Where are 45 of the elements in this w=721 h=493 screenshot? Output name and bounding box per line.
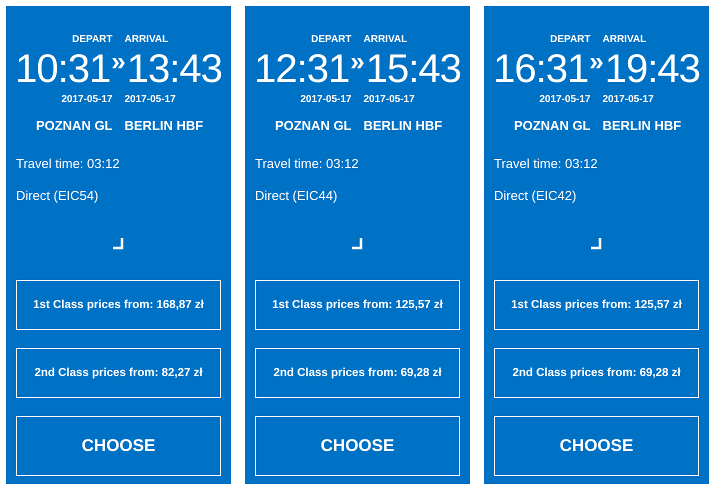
arrival-time: 19:43: [604, 46, 700, 92]
depart-time: 12:31: [254, 46, 350, 92]
corner-icon: [113, 238, 124, 250]
arrival-station: BERLIN HBF: [124, 118, 204, 134]
separator: »: [350, 46, 365, 76]
arrival-label: ARRIVAL: [124, 34, 168, 46]
depart-time: 10:31: [15, 46, 110, 92]
price-box: 1st Class prices from: 125,57 zł: [494, 280, 699, 330]
corner-icon: [352, 238, 363, 250]
depart-date: 2017-05-17: [539, 94, 590, 106]
corner-icon: [591, 238, 602, 250]
arrival-label: ARRIVAL: [364, 34, 408, 46]
separator: »: [111, 46, 126, 76]
price-box: 2nd Class prices from: 69,28 zł: [255, 348, 460, 398]
connection-info: Direct (EIC54): [16, 188, 98, 204]
depart-date: 2017-05-17: [300, 94, 352, 106]
depart-label: DEPART: [550, 34, 590, 46]
departure-station: POZNAN GL: [514, 118, 590, 134]
depart-label: DEPART: [311, 34, 352, 46]
arrival-label: ARRIVAL: [602, 34, 646, 46]
choose-button[interactable]: CHOOSE: [494, 416, 699, 476]
price-box: 1st Class prices from: 125,57 zł: [255, 280, 460, 330]
arrival-date: 2017-05-17: [124, 94, 176, 106]
travel-time: Travel time: 03:12: [494, 156, 598, 172]
depart-date: 2017-05-17: [61, 94, 112, 106]
depart-label: DEPART: [72, 34, 112, 46]
arrival-time: 15:43: [366, 46, 461, 92]
arrival-station: BERLIN HBF: [602, 118, 682, 134]
price-box: 1st Class prices from: 168,87 zł: [16, 280, 221, 330]
connection-info: Direct (EIC44): [255, 188, 338, 204]
connection-info: Direct (EIC42): [494, 188, 576, 204]
travel-time: Travel time: 03:12: [255, 156, 359, 172]
depart-time: 16:31: [493, 46, 588, 92]
choose-button[interactable]: CHOOSE: [255, 416, 460, 476]
departure-station: POZNAN GL: [274, 118, 352, 134]
arrival-time: 13:43: [126, 46, 222, 92]
arrival-date: 2017-05-17: [364, 94, 415, 106]
separator: »: [589, 46, 604, 76]
travel-time: Travel time: 03:12: [16, 156, 120, 172]
choose-button[interactable]: CHOOSE: [16, 416, 221, 476]
arrival-date: 2017-05-17: [602, 94, 654, 106]
arrival-station: BERLIN HBF: [364, 118, 442, 134]
price-box: 2nd Class prices from: 82,27 zł: [16, 348, 221, 398]
price-box: 2nd Class prices from: 69,28 zł: [494, 348, 699, 398]
departure-station: POZNAN GL: [36, 118, 112, 134]
